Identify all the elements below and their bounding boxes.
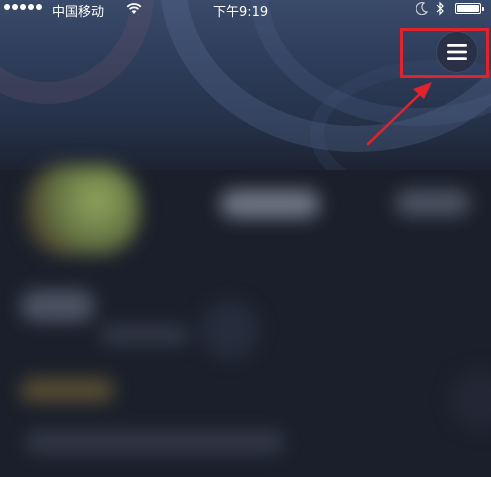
blurred-text-block [20,290,95,322]
status-time: 下午9:19 [213,5,269,20]
status-bar: 中国移动 下午9:19 [0,0,491,20]
blurred-shape [200,300,260,360]
blurred-text-block [395,190,470,216]
battery-icon [455,3,484,14]
carrier-name: 中国移动 [52,5,105,20]
blurred-text-block [220,190,320,218]
bluetooth-icon [436,1,445,19]
cellular-signal-icon [4,4,42,10]
blurred-text-block [100,325,190,345]
blurred-avatar [25,165,140,255]
blurred-badge [20,378,115,402]
blurred-shape [450,370,491,430]
blurred-text-block [25,430,285,454]
annotation-highlight-box [400,28,489,78]
do-not-disturb-moon-icon [415,2,429,18]
wifi-icon [126,2,142,18]
app-screen: 中国移动 下午9:19 [0,0,491,477]
